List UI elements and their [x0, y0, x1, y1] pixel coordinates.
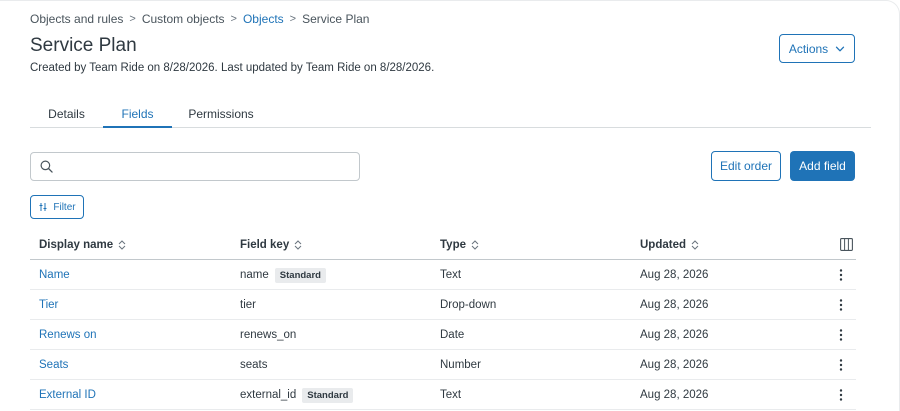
page-title: Service Plan	[30, 35, 137, 56]
search-input[interactable]	[61, 159, 359, 174]
edit-order-button[interactable]: Edit order	[711, 151, 781, 181]
table-header: Display name Field key Type Updated	[30, 230, 856, 260]
add-field-button[interactable]: Add field	[790, 151, 855, 181]
updated-cell: Aug 28, 2026	[640, 359, 709, 371]
standard-badge: Standard	[302, 387, 354, 403]
field-key-cell: renews_on	[240, 320, 296, 350]
field-key: renews_on	[240, 329, 297, 341]
column-header-updated[interactable]: Updated	[640, 230, 699, 260]
type-cell: Date	[440, 329, 465, 341]
display-name-link[interactable]: Tier	[39, 290, 58, 320]
field-key-cell: external_id Standard	[240, 380, 354, 410]
tab-list: Details Fields Permissions	[30, 101, 871, 128]
table-row: Renews on renews_on Date Aug 28, 2026	[30, 320, 856, 350]
search-box[interactable]	[30, 152, 360, 181]
column-label: Updated	[640, 239, 686, 251]
table-row: Tier tier Drop-down Aug 28, 2026	[30, 290, 856, 320]
type-cell: Text	[440, 269, 462, 281]
updated-cell: Aug 28, 2026	[640, 329, 709, 341]
columns-icon[interactable]	[840, 238, 853, 251]
page-subtitle: Created by Team Ride on 8/28/2026. Last …	[30, 62, 435, 74]
type-cell: Number	[440, 359, 481, 371]
breadcrumb-separator-icon: >	[289, 13, 297, 25]
column-header-display-name[interactable]: Display name	[39, 230, 126, 260]
fields-table: Display name Field key Type Updated Name…	[30, 230, 856, 410]
field-key: seats	[240, 359, 268, 371]
column-label: Type	[440, 239, 466, 251]
display-name-link[interactable]: Renews on	[39, 320, 97, 350]
breadcrumb-objects[interactable]: Objects	[243, 12, 284, 26]
tab-permissions[interactable]: Permissions	[182, 101, 260, 128]
field-key: name	[240, 269, 269, 281]
filter-button-label: Filter	[53, 201, 76, 213]
sort-icon	[294, 240, 302, 250]
filter-button[interactable]: Filter	[30, 195, 84, 219]
sort-icon	[118, 240, 126, 250]
actions-button-label: Actions	[788, 41, 829, 56]
sort-icon	[691, 240, 699, 250]
row-menu-icon[interactable]	[836, 328, 846, 342]
breadcrumb-custom-objects[interactable]: Custom objects	[142, 12, 225, 26]
type-cell: Drop-down	[440, 299, 497, 311]
column-label: Display name	[39, 239, 114, 251]
table-row: Name name Standard Text Aug 28, 2026	[30, 260, 856, 290]
breadcrumb: Objects and rules > Custom objects > Obj…	[30, 11, 369, 27]
row-menu-icon[interactable]	[836, 388, 846, 402]
field-key: external_id	[240, 389, 297, 401]
search-icon	[40, 160, 53, 173]
column-header-type[interactable]: Type	[440, 230, 479, 260]
tab-details[interactable]: Details	[30, 101, 103, 128]
breadcrumb-current: Service Plan	[302, 12, 370, 26]
updated-cell: Aug 28, 2026	[640, 389, 709, 401]
updated-cell: Aug 28, 2026	[640, 299, 709, 311]
breadcrumb-separator-icon: >	[230, 13, 237, 25]
table-row: External ID external_id Standard Text Aug…	[30, 380, 856, 410]
tab-fields[interactable]: Fields	[103, 101, 172, 128]
column-label: Field key	[240, 239, 290, 251]
field-key-cell: tier	[240, 290, 256, 320]
type-cell: Text	[440, 389, 462, 401]
table-row: Seats seats Number Aug 28, 2026	[30, 350, 856, 380]
field-key-cell: name Standard	[240, 260, 326, 290]
display-name-link[interactable]: Seats	[39, 350, 68, 380]
display-name-link[interactable]: External ID	[39, 380, 96, 410]
standard-badge: Standard	[274, 267, 326, 283]
sort-icon	[471, 240, 479, 250]
breadcrumb-separator-icon: >	[129, 13, 136, 25]
column-header-field-key[interactable]: Field key	[240, 230, 302, 260]
chevron-down-icon	[836, 46, 845, 51]
field-key-cell: seats	[240, 350, 268, 380]
row-menu-icon[interactable]	[836, 298, 846, 312]
updated-cell: Aug 28, 2026	[640, 269, 709, 281]
row-menu-icon[interactable]	[836, 358, 846, 372]
page: Objects and rules > Custom objects > Obj…	[0, 0, 900, 411]
actions-button[interactable]: Actions	[779, 34, 855, 63]
filter-sliders-icon	[39, 203, 47, 211]
row-menu-icon[interactable]	[836, 268, 846, 282]
breadcrumb-objects-and-rules[interactable]: Objects and rules	[30, 12, 123, 26]
field-key: tier	[240, 299, 256, 311]
display-name-link[interactable]: Name	[39, 260, 70, 290]
